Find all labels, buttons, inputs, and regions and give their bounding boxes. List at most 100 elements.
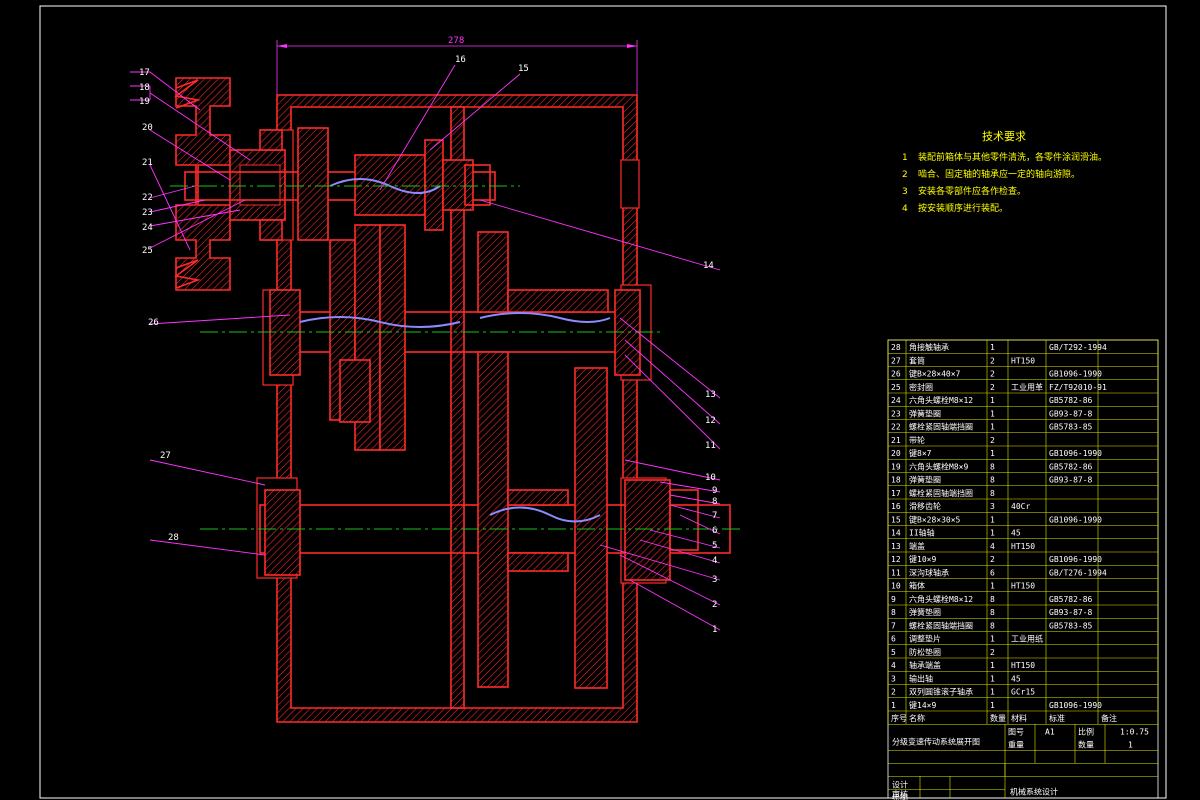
callout-18: 18 xyxy=(139,83,150,93)
callout-1: 1 xyxy=(712,625,717,635)
callout-16: 16 xyxy=(455,55,466,65)
bom-cell-material: 45 xyxy=(1011,529,1021,538)
bom-cell-qty: 1 xyxy=(990,409,995,418)
bom-cell-qty: 8 xyxy=(990,462,995,471)
bom-cell-no: 15 xyxy=(891,515,901,524)
bom-cell-material: 工业用纸 xyxy=(1011,634,1043,644)
title-block-qty: 1 xyxy=(1128,740,1133,749)
tech-req-text-4: 按安装顺序进行装配。 xyxy=(918,202,1008,214)
title-block-label-scale: 比例 xyxy=(1078,726,1094,736)
bom-cell-name: 名称 xyxy=(909,713,925,723)
bom-cell-qty: 2 xyxy=(990,356,995,365)
bom-cell-qty: 2 xyxy=(990,648,995,657)
bom-cell-name: 调整垫片 xyxy=(909,634,941,644)
bom-cell-standard: GB5782-86 xyxy=(1049,595,1093,604)
bom-cell-material: HT150 xyxy=(1011,582,1035,591)
bom-cell-name: 弹簧垫圈 xyxy=(909,475,941,485)
title-block-sheet: A1 xyxy=(1045,727,1055,736)
bom-cell-qty: 3 xyxy=(990,502,995,511)
callout-10: 10 xyxy=(705,473,716,483)
bom-cell-material: GCr15 xyxy=(1011,688,1035,697)
bom-cell-qty: 8 xyxy=(990,608,995,617)
title-block-label-weight: 重量 xyxy=(1008,739,1024,749)
bom-cell-standard: GB1096-1990 xyxy=(1049,515,1102,524)
bom-cell-name: 键10×9 xyxy=(909,554,936,564)
tech-req-no-3: 3 xyxy=(902,187,908,197)
bom-cell-no: 3 xyxy=(891,674,896,683)
bom-cell-no: 28 xyxy=(891,343,901,352)
bom-cell-standard: GB1096-1990 xyxy=(1049,701,1102,710)
bom-cell-standard: GB/T292-1994 xyxy=(1049,343,1107,352)
bom-cell-name: 螺栓紧固轴端挡圈 xyxy=(909,488,973,498)
tech-req-text-2: 啮合、固定轴的轴承应一定的轴向游隙。 xyxy=(918,168,1080,180)
bom-cell-name: 键B×28×40×7 xyxy=(909,369,961,379)
bom-cell-no: 11 xyxy=(891,568,901,577)
bom-cell-name: 输出轴 xyxy=(909,673,933,683)
bom-cell-no: 26 xyxy=(891,370,901,379)
bom-cell-no: 13 xyxy=(891,542,901,551)
bom-cell-name: 键8×7 xyxy=(909,448,932,458)
bom-cell-material: 40Cr xyxy=(1011,502,1030,511)
bom-cell-material: 工业用革 xyxy=(1011,382,1043,392)
bom-cell-name: 六角头螺栓M8×9 xyxy=(909,461,968,471)
callout-19: 19 xyxy=(139,97,150,107)
bom-cell-no: 22 xyxy=(891,423,901,432)
callout-23: 23 xyxy=(142,208,153,218)
callout-25: 25 xyxy=(142,246,153,256)
bom-cell-name: 螺栓紧固轴端挡圈 xyxy=(909,422,973,432)
bom-cell-standard: GB1096-1990 xyxy=(1049,449,1102,458)
bom-cell-no: 12 xyxy=(891,555,901,564)
bom-cell-name: 滑移齿轮 xyxy=(909,501,941,511)
bom-cell-name: 角接触轴承 xyxy=(909,342,949,352)
bom-cell-no: 16 xyxy=(891,502,901,511)
bom-cell-name: 六角头螺栓M8×12 xyxy=(909,395,973,405)
bom-cell-no: 10 xyxy=(891,582,901,591)
bom-cell-no: 27 xyxy=(891,356,901,365)
callout-28: 28 xyxy=(168,533,179,543)
overall-dimension: 278 xyxy=(276,36,638,95)
bom-cell-qty: 数量 xyxy=(990,713,1006,723)
bom-cell-qty: 1 xyxy=(990,515,995,524)
bom-cell-standard: GB93-87-8 xyxy=(1049,608,1093,617)
bom-cell-standard: GB5783-85 xyxy=(1049,621,1093,630)
bom-cell-name: 弹簧垫圈 xyxy=(909,607,941,617)
callout-21: 21 xyxy=(142,158,153,168)
bom-cell-qty: 1 xyxy=(990,396,995,405)
title-block-drawing-title: 分级变速传动系统展开图 xyxy=(892,736,980,746)
bom-cell-standard: GB/T276-1994 xyxy=(1049,568,1107,577)
bom-cell-name: 六角头螺栓M8×12 xyxy=(909,594,973,604)
bom-cell-qty: 1 xyxy=(990,582,995,591)
bom-cell-standard: GB1096-1990 xyxy=(1049,370,1102,379)
bom-cell-qty: 8 xyxy=(990,595,995,604)
bom-cell-material: HT150 xyxy=(1011,661,1035,670)
v-belt-pulley xyxy=(174,77,286,291)
tech-req-text-3: 安装各零部件应各作检查。 xyxy=(918,185,1026,197)
callout-6: 6 xyxy=(712,526,717,536)
callout-11: 11 xyxy=(705,441,716,451)
tech-req-text-1: 装配前箱体与其他零件清洗，各零件涂润滑油。 xyxy=(918,151,1107,163)
bom-cell-note: 备注 xyxy=(1101,713,1117,723)
bom-cell-qty: 1 xyxy=(990,529,995,538)
bom-cell-no: 8 xyxy=(891,608,896,617)
bom-cell-qty: 8 xyxy=(990,621,995,630)
callout-4: 4 xyxy=(712,556,717,566)
title-block-label-sheet: 图号 xyxy=(1008,727,1024,736)
bom-cell-no: 6 xyxy=(891,635,896,644)
bom-cell-standard: GB5783-85 xyxy=(1049,423,1093,432)
bom-cell-name: 深沟球轴承 xyxy=(909,567,949,577)
bom-cell-no: 23 xyxy=(891,409,901,418)
technical-requirements: 技术要求 1 装配前箱体与其他零件清洗，各零件涂润滑油。 2 啮合、固定轴的轴承… xyxy=(902,130,1107,214)
callout-27: 27 xyxy=(160,451,171,461)
callout-9: 9 xyxy=(712,486,717,496)
bom-cell-standard: 标准 xyxy=(1049,713,1065,723)
callout-24: 24 xyxy=(142,223,153,233)
bill-of-materials: 28 角接触轴承 1 GB/T292-199427 套筒 2 HT15026 键B×28×40… xyxy=(887,339,1159,800)
bom-cell-name: 螺栓紧固轴端挡圈 xyxy=(909,620,973,630)
bom-cell-no: 14 xyxy=(891,529,901,538)
callout-17: 17 xyxy=(139,68,150,78)
bom-cell-name: 键14×9 xyxy=(909,700,936,710)
callout-3: 3 xyxy=(712,575,717,585)
tech-req-title: 技术要求 xyxy=(982,130,1026,143)
bom-cell-qty: 1 xyxy=(990,701,995,710)
bom-cell-material: 材料 xyxy=(1011,713,1027,723)
